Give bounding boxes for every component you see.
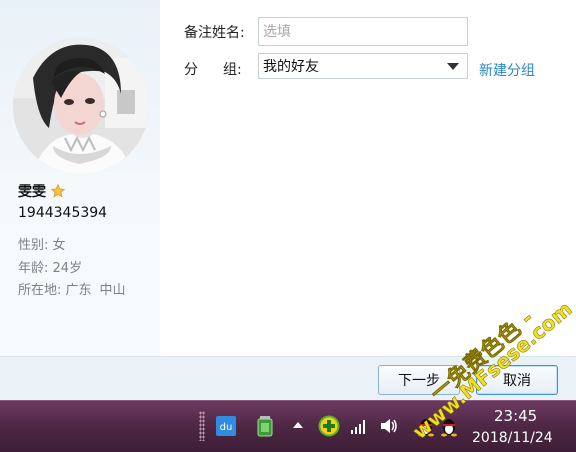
clock-date[interactable]: 2018/11/24 <box>472 430 553 446</box>
svg-text:du: du <box>220 422 233 433</box>
gender-value: 女 <box>52 238 66 253</box>
location-city: 中山 <box>99 283 126 298</box>
qq-penguin-icon[interactable] <box>415 415 437 437</box>
location-province: 广东 <box>65 283 92 298</box>
network-signal-icon[interactable] <box>348 415 370 437</box>
group-label-part1: 分 <box>184 62 198 78</box>
nickname: 雯雯 <box>18 184 46 200</box>
new-group-link[interactable]: 新建分组 <box>479 60 535 80</box>
dialog-footer: 下一步 取消 <box>0 356 576 401</box>
remark-input[interactable] <box>258 17 468 46</box>
location-label: 所在地: <box>18 283 62 298</box>
clock-time[interactable]: 23:45 <box>494 407 537 425</box>
group-select-value: 我的好友 <box>263 59 319 75</box>
group-select[interactable]: 我的好友 <box>258 53 468 79</box>
360-plus-icon[interactable] <box>318 415 340 437</box>
gender-label: 性别: <box>18 238 49 253</box>
group-label-part2: 组: <box>223 62 242 78</box>
age-value: 24岁 <box>52 261 83 276</box>
next-button[interactable]: 下一步 <box>378 365 460 395</box>
nickname-row: 雯雯 <box>18 181 66 201</box>
age-label: 年龄: <box>18 261 49 276</box>
gender-info: 性别: 女 <box>18 234 66 253</box>
age-info: 年龄: 24岁 <box>18 257 82 276</box>
remark-label: 备注姓名: <box>184 25 245 41</box>
cancel-button[interactable]: 取消 <box>476 365 558 395</box>
avatar <box>13 38 149 174</box>
qq-number: 1944345394 <box>18 205 108 221</box>
volume-icon[interactable] <box>378 415 400 437</box>
add-friend-dialog: 雯雯 1944345394 性别: 女 年龄: 24岁 所在地: 广东 中山 备注… <box>0 0 576 401</box>
show-hidden-icons-arrow[interactable] <box>287 415 309 437</box>
profile-sidebar: 雯雯 1944345394 性别: 女 年龄: 24岁 所在地: 广东 中山 <box>0 0 160 356</box>
taskbar-grip[interactable] <box>199 411 205 441</box>
qq-penguin-icon[interactable] <box>438 415 460 437</box>
baidu-du-icon[interactable]: du <box>215 415 237 437</box>
location-info: 所在地: 广东 中山 <box>18 279 126 298</box>
battery-usb-icon[interactable] <box>254 415 276 437</box>
group-label: 分 组: <box>184 59 242 79</box>
star-icon <box>50 183 66 198</box>
chevron-down-icon[interactable] <box>447 63 459 70</box>
